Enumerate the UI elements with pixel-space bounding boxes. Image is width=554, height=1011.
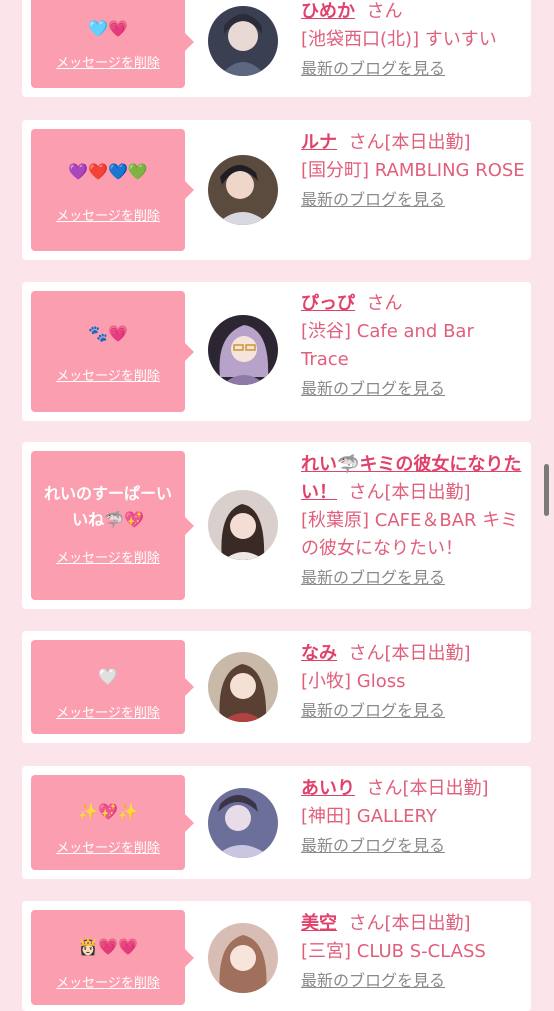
message-bubble: 🩵💗 メッセージを削除 (31, 0, 194, 88)
san-suffix: さん (366, 778, 403, 799)
delete-message-link[interactable]: メッセージを削除 (31, 551, 185, 567)
message-card: 💜❤️💙💚 メッセージを削除 ルナ さん[本日出勤] [国分町] RAMBLIN… (22, 120, 531, 260)
san-suffix: さん (366, 293, 403, 314)
avatar[interactable] (208, 315, 278, 385)
cast-info: あいり さん[本日出勤] [神田] GALLERY 最新のブログを見る (301, 775, 527, 857)
shop-name: [国分町] RAMBLING ROSE (301, 160, 525, 181)
message-text: 🤍 (98, 667, 118, 686)
message-bubble: ✨💖✨ メッセージを削除 (31, 775, 194, 870)
message-text: 🐾💗 (88, 324, 128, 343)
san-suffix: さん (348, 913, 385, 934)
latest-blog-link[interactable]: 最新のブログを見る (301, 189, 527, 211)
latest-blog-link[interactable]: 最新のブログを見る (301, 58, 527, 80)
message-card: 🤍 メッセージを削除 なみ さん[本日出勤] [小牧] Gloss 最新のブログ… (22, 631, 531, 743)
on-duty-label: [本日出勤] (384, 482, 471, 503)
delete-message-link[interactable]: メッセージを削除 (31, 56, 185, 72)
cast-name-link[interactable]: 美空 (301, 913, 337, 934)
latest-blog-link[interactable]: 最新のブログを見る (301, 835, 527, 857)
message-text: ✨💖✨ (78, 802, 138, 821)
message-card: ✨💖✨ メッセージを削除 あいり さん[本日出勤] [神田] GALLERY 最… (22, 766, 531, 879)
message-card: れいのすーぱーいいね🦈💖 メッセージを削除 れい🦈キミの彼女になりたい！ さん[… (22, 442, 531, 609)
shop-name: [三宮] CLUB S-CLASS (301, 941, 486, 962)
san-suffix: さん (348, 132, 385, 153)
message-text: 👸🏻💗💗 (78, 937, 138, 956)
cast-name-link[interactable]: ぴっぴ (301, 293, 355, 314)
on-duty-label: [本日出勤] (384, 643, 471, 664)
latest-blog-link[interactable]: 最新のブログを見る (301, 700, 527, 722)
message-bubble: れいのすーぱーいいね🦈💖 メッセージを削除 (31, 451, 194, 600)
cast-name-link[interactable]: なみ (301, 643, 337, 664)
cast-info: 美空 さん[本日出勤] [三宮] CLUB S-CLASS 最新のブログを見る (301, 910, 527, 992)
shop-name: [池袋西口(北)] すいすい (301, 29, 497, 50)
cast-info: ルナ さん[本日出勤] [国分町] RAMBLING ROSE 最新のブログを見… (301, 129, 527, 211)
message-text: 💜❤️💙💚 (68, 162, 148, 181)
shop-name: [小牧] Gloss (301, 671, 406, 692)
avatar[interactable] (208, 652, 278, 722)
message-card: 👸🏻💗💗 メッセージを削除 美空 さん[本日出勤] [三宮] CLUB S-CL… (22, 901, 531, 1011)
avatar[interactable] (208, 6, 278, 76)
cast-info: なみ さん[本日出勤] [小牧] Gloss 最新のブログを見る (301, 640, 527, 722)
avatar[interactable] (208, 490, 278, 560)
on-duty-label: [本日出勤] (384, 132, 471, 153)
delete-message-link[interactable]: メッセージを削除 (31, 841, 185, 857)
message-bubble: 🤍 メッセージを削除 (31, 640, 194, 734)
message-text: れいのすーぱーいいね🦈💖 (43, 484, 172, 529)
san-suffix: さん (366, 1, 403, 22)
scrollbar[interactable] (544, 464, 549, 516)
message-bubble: 🐾💗 メッセージを削除 (31, 291, 194, 412)
avatar[interactable] (208, 155, 278, 225)
cast-name-link[interactable]: あいり (301, 778, 355, 799)
latest-blog-link[interactable]: 最新のブログを見る (301, 970, 527, 992)
message-bubble: 👸🏻💗💗 メッセージを削除 (31, 910, 194, 1005)
cast-info: ぴっぴ さん [渋谷] Cafe and Bar Trace 最新のブログを見る (301, 290, 527, 400)
message-card: 🩵💗 メッセージを削除 ひめか さん [池袋西口(北)] すいすい 最新のブログ… (22, 0, 531, 97)
on-duty-label: [本日出勤] (384, 913, 471, 934)
latest-blog-link[interactable]: 最新のブログを見る (301, 567, 527, 589)
delete-message-link[interactable]: メッセージを削除 (31, 706, 185, 722)
delete-message-link[interactable]: メッセージを削除 (31, 209, 185, 225)
delete-message-link[interactable]: メッセージを削除 (31, 369, 185, 385)
shop-name: [秋葉原] CAFE＆BAR キミの彼女になりたい！ (301, 510, 519, 559)
cast-info: ひめか さん [池袋西口(北)] すいすい 最新のブログを見る (301, 0, 527, 80)
shop-name: [渋谷] Cafe and Bar Trace (301, 321, 474, 370)
message-text: 🩵💗 (88, 19, 128, 38)
delete-message-link[interactable]: メッセージを削除 (31, 976, 185, 992)
avatar[interactable] (208, 788, 278, 858)
message-bubble: 💜❤️💙💚 メッセージを削除 (31, 129, 194, 251)
san-suffix: さん (348, 643, 385, 664)
avatar[interactable] (208, 923, 278, 993)
latest-blog-link[interactable]: 最新のブログを見る (301, 378, 527, 400)
message-card: 🐾💗 メッセージを削除 ぴっぴ さん [渋谷] Cafe and Bar Tra… (22, 282, 531, 421)
shop-name: [神田] GALLERY (301, 806, 437, 827)
cast-name-link[interactable]: ルナ (301, 132, 337, 153)
cast-name-link[interactable]: ひめか (301, 1, 355, 22)
on-duty-label: [本日出勤] (402, 778, 489, 799)
san-suffix: さん (348, 482, 385, 503)
cast-info: れい🦈キミの彼女になりたい！ さん[本日出勤] [秋葉原] CAFE＆BAR キ… (301, 451, 527, 589)
